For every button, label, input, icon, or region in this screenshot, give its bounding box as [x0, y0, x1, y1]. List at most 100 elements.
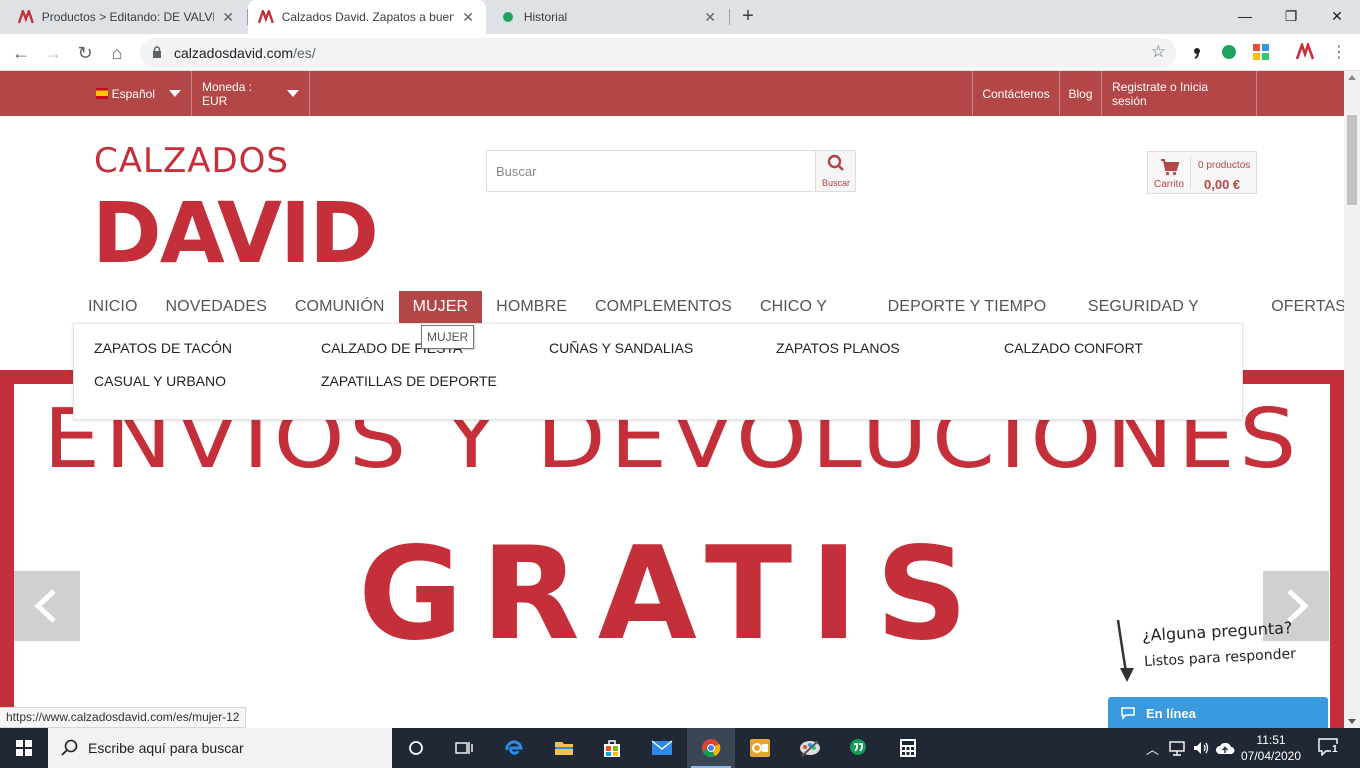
chat-online-button[interactable]: En línea — [1108, 697, 1328, 728]
submenu-item-zapatillas-deporte[interactable]: ZAPATILLAS DE DEPORTE — [321, 373, 497, 389]
paint-palette-icon — [800, 740, 820, 757]
notification-center-button[interactable]: 1 — [1318, 738, 1342, 760]
tab-historial[interactable]: Historial ✕ — [490, 0, 728, 34]
menu-item-deporte[interactable]: DEPORTE Y TIEMPO LIBRE — [874, 291, 1074, 347]
chat-subtitle: Listos para responder — [1143, 646, 1297, 670]
search-icon — [827, 154, 844, 171]
extension-comma-icon[interactable] — [1188, 43, 1206, 61]
tab-title: Productos > Editando: DE VALVERDE — [41, 10, 214, 24]
submenu-item-zapatos-tacon[interactable]: ZAPATOS DE TACÓN — [94, 340, 232, 356]
menu-item-complementos[interactable]: COMPLEMENTOS — [581, 291, 746, 323]
menu-tooltip: MUJER — [421, 325, 475, 349]
tab-calzados-david[interactable]: Calzados David. Zapatos a buen precio ✕ — [248, 0, 486, 34]
home-icon[interactable]: ⌂ — [104, 40, 130, 66]
taskbar-edge[interactable] — [490, 728, 538, 768]
close-window-button[interactable]: ✕ — [1314, 4, 1360, 28]
blog-label: Blog — [1068, 86, 1093, 101]
profile-av-icon[interactable] — [1296, 43, 1314, 61]
cortana-circle-icon — [409, 741, 423, 755]
menu-dots-icon[interactable]: ⋮ — [1326, 40, 1352, 66]
menu-item-seguridad[interactable]: SEGURIDAD Y TRABAJO — [1074, 291, 1257, 347]
scroll-thumb[interactable] — [1347, 115, 1357, 205]
extension-green-icon[interactable] — [1220, 43, 1238, 61]
menu-item-inicio[interactable]: INICIO — [74, 291, 152, 323]
taskbar-clock[interactable]: 11:51 07/04/2020 — [1238, 732, 1304, 764]
taskbar-calculator[interactable] — [884, 728, 932, 768]
task-view-button[interactable] — [440, 728, 488, 768]
new-tab-button[interactable]: + — [736, 5, 760, 29]
close-icon[interactable]: ✕ — [702, 9, 718, 26]
search-button[interactable]: Buscar — [815, 151, 855, 191]
submenu-item-casual-urbano[interactable]: CASUAL Y URBANO — [94, 373, 226, 389]
tab-productos[interactable]: Productos > Editando: DE VALVERDE ✕ — [8, 0, 246, 34]
menu-item-chico-y-chica[interactable]: CHICO Y CHICA — [746, 291, 874, 347]
hangouts-icon — [850, 739, 866, 755]
taskbar-hangouts[interactable] — [834, 728, 882, 768]
chrome-icon — [702, 739, 721, 757]
lock-icon — [153, 46, 161, 58]
submenu-item-calzado-confort[interactable]: CALZADO CONFORT — [1004, 340, 1143, 356]
menu-item-hombre[interactable]: HOMBRE — [482, 291, 581, 323]
close-icon[interactable]: ✕ — [460, 9, 476, 26]
language-selector[interactable]: Español — [86, 71, 192, 116]
submenu-item-cunas-sandalias[interactable]: CUÑAS Y SANDALIAS — [549, 340, 693, 356]
cart-icon — [1161, 159, 1180, 176]
language-label: Español — [111, 86, 155, 101]
arrow-down-icon — [1116, 619, 1134, 682]
minimize-button[interactable]: — — [1222, 4, 1268, 28]
page-scrollbar[interactable] — [1344, 71, 1360, 728]
bookmark-star-icon[interactable]: ☆ — [1151, 42, 1166, 62]
cart-button[interactable]: Carrito 0 productos 0,00 € — [1147, 151, 1257, 194]
account-link[interactable]: Registrate o Inicia sesión — [1102, 71, 1257, 116]
url-path: /es/ — [293, 45, 316, 61]
chevron-down-icon — [287, 90, 299, 97]
taskbar-outlook[interactable] — [736, 728, 784, 768]
taskbar-file-explorer[interactable] — [540, 728, 588, 768]
menu-item-comunion[interactable]: COMUNIÓN — [281, 291, 399, 323]
store-bag-icon — [604, 740, 620, 757]
blog-link[interactable]: Blog — [1060, 71, 1102, 116]
chat-question: ¿Alguna pregunta? — [1141, 618, 1293, 645]
submenu-item-zapatos-planos[interactable]: ZAPATOS PLANOS — [776, 340, 900, 356]
cortana-button[interactable] — [392, 728, 440, 768]
extension-grid-icon[interactable] — [1252, 43, 1270, 61]
windows-start-button[interactable] — [0, 728, 48, 768]
scroll-up-icon[interactable] — [1348, 75, 1356, 80]
taskbar-mail[interactable] — [638, 728, 686, 768]
forward-arrow-icon[interactable]: → — [40, 40, 66, 66]
chevron-up-icon[interactable]: ︿ — [1146, 739, 1159, 758]
close-icon[interactable]: ✕ — [220, 9, 236, 26]
taskbar-paint[interactable] — [786, 728, 834, 768]
volume-icon[interactable] — [1192, 740, 1210, 756]
contact-link[interactable]: Contáctenos — [972, 71, 1060, 116]
search-icon — [61, 739, 78, 756]
av-logo-icon — [18, 10, 34, 24]
menu-item-novedades[interactable]: NOVEDADES — [152, 291, 281, 323]
menu-item-mujer[interactable]: MUJER — [398, 291, 483, 323]
calculator-icon — [900, 739, 916, 757]
scroll-down-icon[interactable] — [1348, 719, 1356, 724]
chevron-down-icon — [169, 90, 181, 97]
av-logo-icon — [258, 10, 274, 24]
tab-separator — [729, 9, 730, 25]
network-icon[interactable] — [1168, 740, 1186, 756]
notification-count: 1 — [1331, 744, 1339, 755]
carousel-prev-button[interactable] — [14, 571, 80, 641]
search-input[interactable] — [487, 151, 815, 191]
back-arrow-icon[interactable]: ← — [8, 40, 34, 66]
cloud-upload-icon[interactable] — [1215, 740, 1235, 756]
tab-title: Historial — [523, 10, 568, 24]
site-logo[interactable]: CALZADOS DAVID — [92, 140, 402, 270]
spain-flag-icon — [96, 88, 108, 99]
address-bar[interactable]: calzadosdavid.com/es/ ☆ — [140, 38, 1176, 67]
currency-selector[interactable]: Moneda : EUR — [192, 71, 310, 116]
cart-label: Carrito — [1154, 179, 1185, 190]
restore-button[interactable]: ❐ — [1268, 4, 1314, 28]
folder-icon — [555, 742, 573, 755]
taskbar-chrome[interactable] — [687, 728, 735, 768]
clock-time: 11:51 — [1256, 733, 1286, 747]
taskbar-search[interactable]: Escribe aquí para buscar — [48, 728, 392, 768]
taskbar-store[interactable] — [588, 728, 636, 768]
contact-label: Contáctenos — [982, 86, 1050, 101]
reload-icon[interactable]: ↻ — [72, 40, 98, 66]
